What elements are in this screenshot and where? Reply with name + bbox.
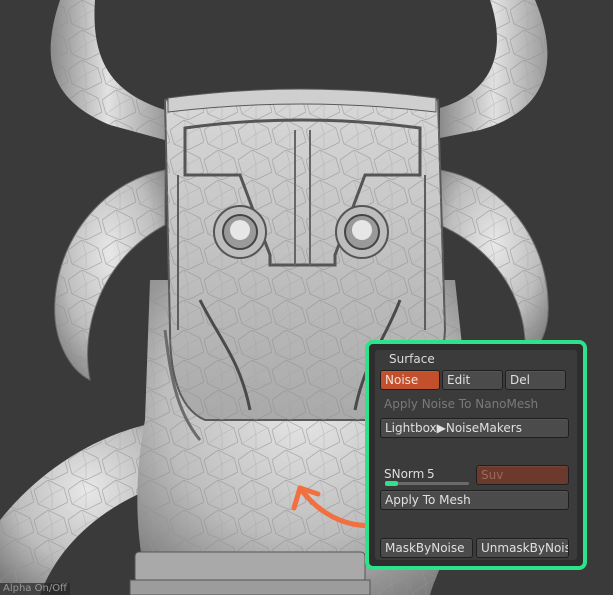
- mask-by-noise-button[interactable]: MaskByNoise: [380, 538, 473, 558]
- snorm-slider[interactable]: [385, 481, 469, 486]
- suv-button[interactable]: Suv: [476, 465, 569, 485]
- belt: [134, 551, 366, 583]
- right-eye: [335, 205, 389, 259]
- apply-noise-nanomesh-button[interactable]: Apply Noise To NanoMesh: [384, 397, 538, 411]
- left-eye: [213, 205, 267, 259]
- edit-button[interactable]: Edit: [442, 370, 503, 390]
- snorm-label: SNorm: [384, 467, 425, 481]
- alpha-toggle-label[interactable]: Alpha On/Off: [0, 583, 70, 595]
- noise-button[interactable]: Noise: [380, 370, 440, 390]
- apply-to-mesh-button[interactable]: Apply To Mesh: [380, 490, 569, 510]
- lightbox-noisemakers-button[interactable]: Lightbox▶NoiseMakers: [380, 418, 569, 438]
- snorm-slider-fill: [385, 481, 398, 486]
- snorm-value: 5: [427, 467, 435, 481]
- del-button[interactable]: Del: [505, 370, 566, 390]
- panel-title[interactable]: Surface: [389, 352, 435, 366]
- unmask-by-noise-button[interactable]: UnmaskByNoise: [476, 538, 569, 558]
